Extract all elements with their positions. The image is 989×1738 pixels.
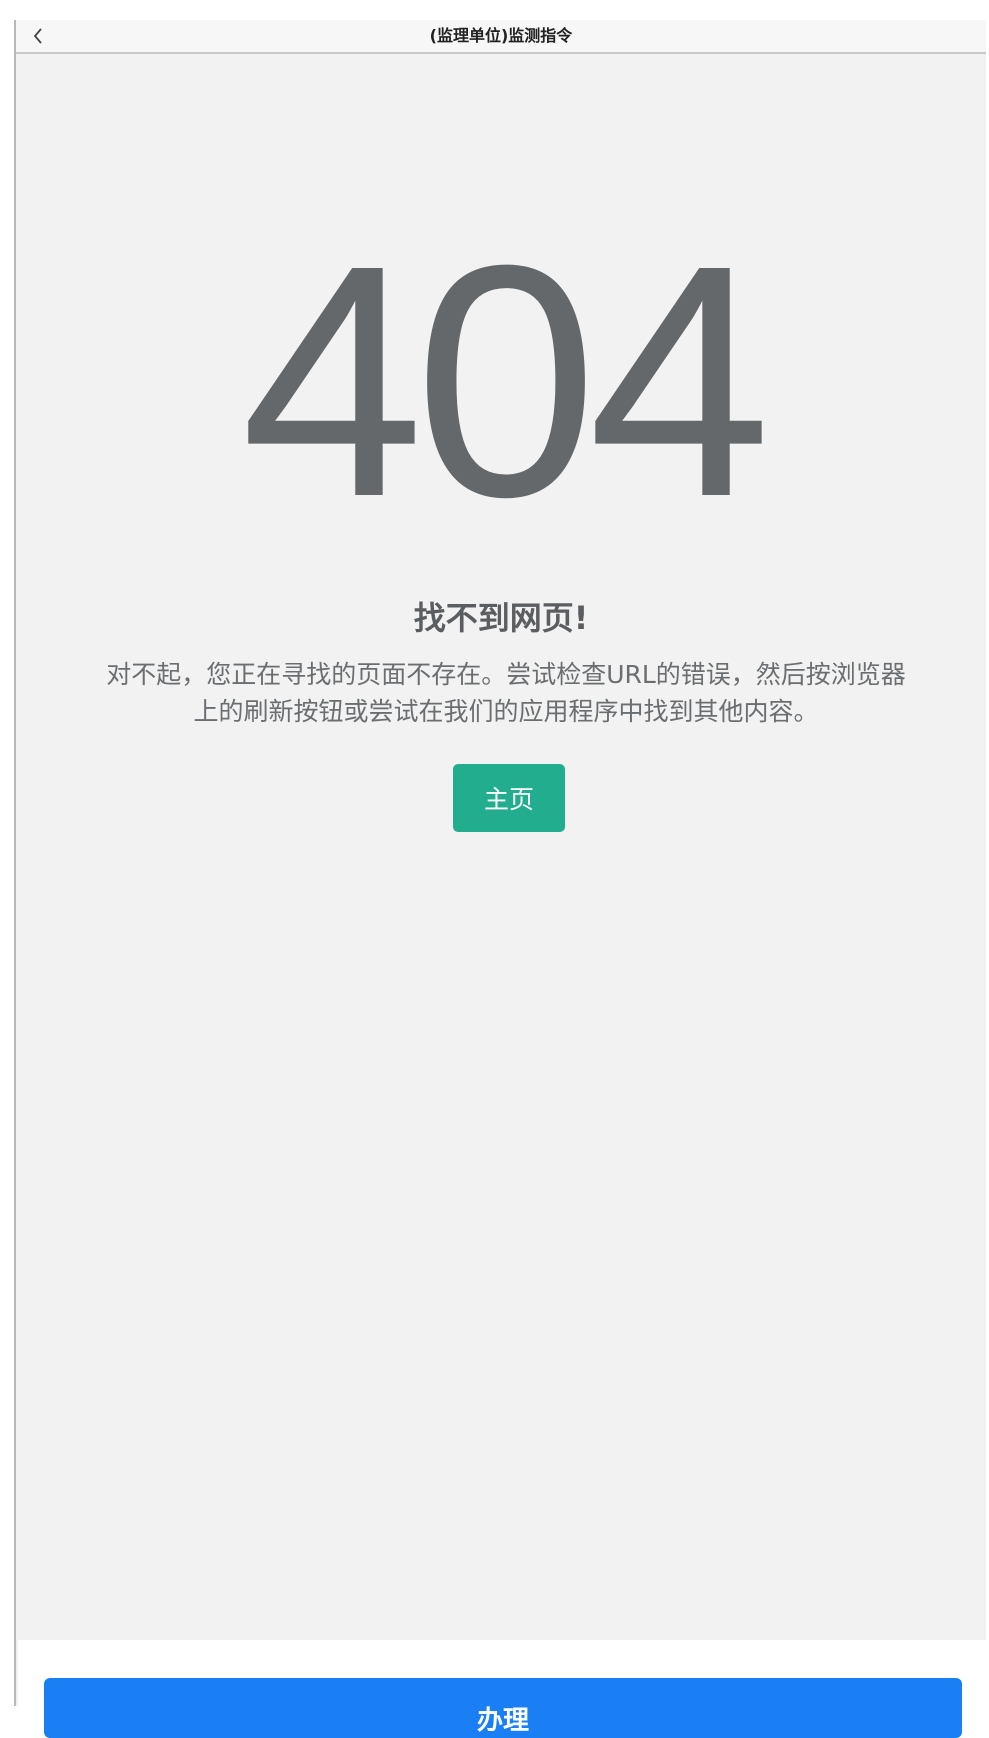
process-button[interactable]: 办理 xyxy=(44,1678,962,1738)
error-heading: 找不到网页! xyxy=(413,599,589,637)
footer-bar: 办理 xyxy=(18,1640,986,1738)
app-frame: (监理单位)监测指令 404 找不到网页! 对不起，您正在寻找的页面不存在。尝试… xyxy=(14,20,986,1738)
page-title: (监理单位)监测指令 xyxy=(429,26,573,45)
error-code: 404 xyxy=(240,196,772,565)
error-description: 对不起，您正在寻找的页面不存在。尝试检查URL的错误，然后按浏览器上的刷新按钮或… xyxy=(106,660,906,726)
home-button[interactable]: 主页 xyxy=(453,764,565,832)
top-navbar: (监理单位)监测指令 xyxy=(16,20,986,54)
